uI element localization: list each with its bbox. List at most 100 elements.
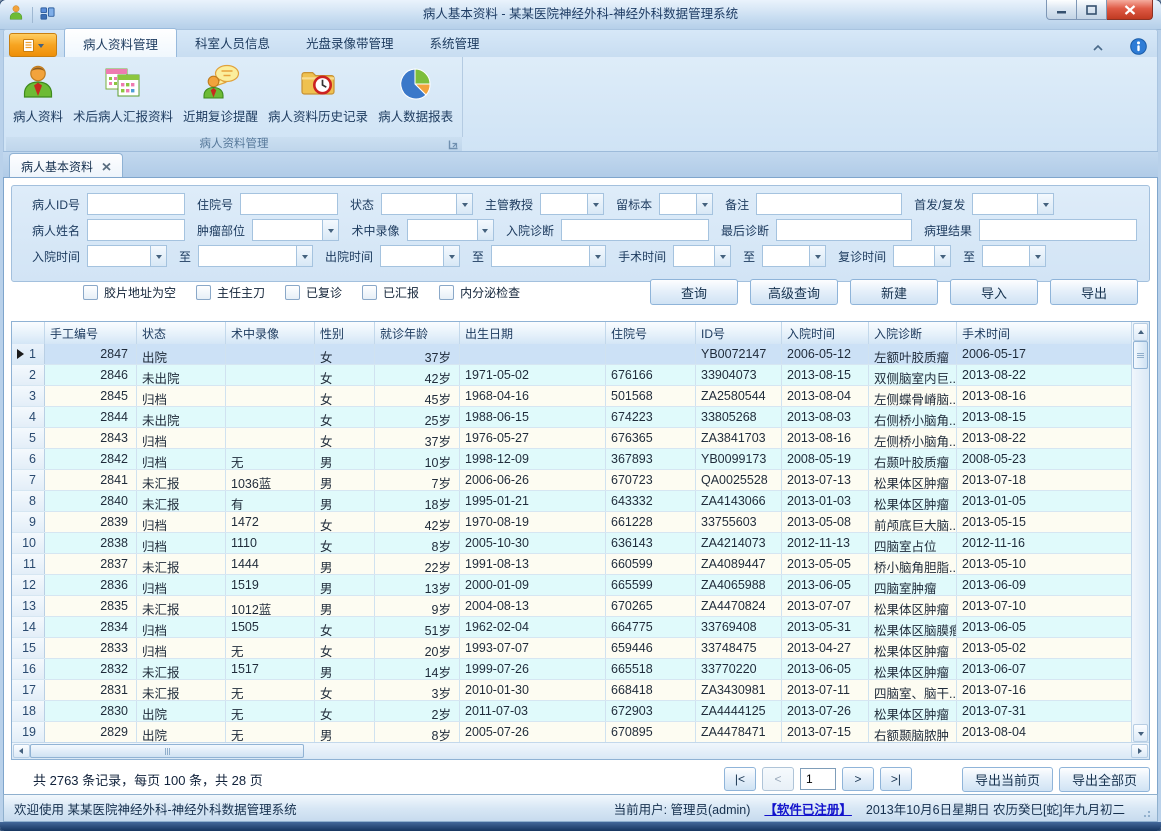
admission-date-from-dropdown-button[interactable] xyxy=(150,246,166,266)
checkbox-followed-up[interactable]: 已复诊 xyxy=(285,284,342,301)
followed-up-checkbox-box[interactable] xyxy=(285,285,300,300)
export-current-page-button[interactable]: 导出当前页 xyxy=(962,767,1053,792)
table-row[interactable]: 132835未汇报1012蓝男9岁2004-08-13670265ZA44708… xyxy=(12,596,1132,617)
horizontal-scrollbar-thumb[interactable] xyxy=(30,744,304,758)
minimize-button[interactable] xyxy=(1046,0,1077,20)
admission-diagnosis-input[interactable] xyxy=(561,219,709,241)
patient-id-input[interactable] xyxy=(87,193,185,215)
chief-professor-dropdown-button[interactable] xyxy=(587,194,603,214)
admission-date-to-dropdown-button[interactable] xyxy=(296,246,312,266)
checkbox-reported[interactable]: 已汇报 xyxy=(362,284,419,301)
column-header-visit-age[interactable]: 就诊年龄 xyxy=(375,322,460,344)
table-row[interactable]: 42844未出院女25岁1988-06-15674223338052682013… xyxy=(12,407,1132,428)
admission-date-to-combo[interactable] xyxy=(198,245,313,267)
director-surgeon-checkbox-box[interactable] xyxy=(196,285,211,300)
column-header-manual-no[interactable]: 手工编号 xyxy=(45,322,137,344)
column-header-intraop-video[interactable]: 术中录像 xyxy=(226,322,315,344)
export-button[interactable]: 导出 xyxy=(1050,279,1138,305)
column-header-row-selector[interactable] xyxy=(12,322,45,344)
discharge-date-to-combo[interactable] xyxy=(491,245,606,267)
ribbon-button-patient-history-record[interactable]: 病人资料历史记录 xyxy=(263,60,373,128)
intraop-video-dropdown-button[interactable] xyxy=(477,220,493,240)
column-header-admission-no[interactable]: 住院号 xyxy=(606,322,696,344)
patient-name-input[interactable] xyxy=(87,219,185,241)
ribbon-button-patient-data-report[interactable]: 病人数据报表 xyxy=(373,60,458,128)
endocrine-exam-checkbox-box[interactable] xyxy=(439,285,454,300)
table-row[interactable]: 22846未出院女42岁1971-05-02676166339040732013… xyxy=(12,365,1132,386)
chief-professor-combo[interactable] xyxy=(540,193,604,215)
column-header-admission-date[interactable]: 入院时间 xyxy=(782,322,869,344)
discharge-date-from-combo[interactable] xyxy=(380,245,460,267)
checkbox-endocrine-exam[interactable]: 内分泌检查 xyxy=(439,284,520,301)
checkbox-director-surgeon[interactable]: 主任主刀 xyxy=(196,284,265,301)
column-header-birth-date[interactable]: 出生日期 xyxy=(460,322,606,344)
new-button[interactable]: 新建 xyxy=(850,279,938,305)
vertical-scrollbar-thumb[interactable] xyxy=(1133,341,1148,369)
window-layout-icon[interactable] xyxy=(40,6,55,24)
resize-grip[interactable] xyxy=(1143,808,1153,818)
software-registered-link[interactable]: 【软件已注册】 xyxy=(764,799,852,818)
table-row[interactable]: 32845归档女45岁1968-04-16501568ZA25805442013… xyxy=(12,386,1132,407)
table-row[interactable]: 72841未汇报1036蓝男7岁2006-06-26670723QA002552… xyxy=(12,470,1132,491)
specimen-kept-dropdown-button[interactable] xyxy=(696,194,712,214)
ribbon-tab-disc-video-management[interactable]: 光盘录像带管理 xyxy=(288,28,412,57)
table-row[interactable]: 102838归档1110女8岁2005-10-30636143ZA4214073… xyxy=(12,533,1132,554)
table-row[interactable]: 192829出院无男8岁2005-07-26670895ZA4478471201… xyxy=(12,722,1132,743)
ribbon-tab-patient-data-management[interactable]: 病人资料管理 xyxy=(64,28,177,57)
pathology-result-input[interactable] xyxy=(979,219,1137,241)
query-button[interactable]: 查询 xyxy=(650,279,738,305)
discharge-date-to-dropdown-button[interactable] xyxy=(589,246,605,266)
application-menu-button[interactable] xyxy=(9,33,57,57)
first-or-recurrence-combo[interactable] xyxy=(972,193,1054,215)
table-row[interactable]: 112837未汇报1444男22岁1991-08-13660599ZA40894… xyxy=(12,554,1132,575)
column-header-admission-diagnosis[interactable]: 入院诊断 xyxy=(869,322,957,344)
column-header-id-no[interactable]: ID号 xyxy=(696,322,782,344)
surgery-date-from-combo[interactable] xyxy=(673,245,731,267)
checkbox-film-address-empty[interactable]: 胶片地址为空 xyxy=(83,284,176,301)
specimen-kept-combo[interactable] xyxy=(659,193,713,215)
table-row[interactable]: 142834归档1505女51岁1962-02-0466477533769408… xyxy=(12,617,1132,638)
collapse-ribbon-chevron-icon[interactable] xyxy=(1092,41,1104,55)
intraop-video-combo[interactable] xyxy=(407,219,494,241)
import-button[interactable]: 导入 xyxy=(950,279,1038,305)
reported-checkbox-box[interactable] xyxy=(362,285,377,300)
final-diagnosis-input[interactable] xyxy=(776,219,912,241)
table-row[interactable]: 162832未汇报1517男14岁1999-07-266655183377022… xyxy=(12,659,1132,680)
table-row[interactable]: 92839归档1472女42岁1970-08-19661228337556032… xyxy=(12,512,1132,533)
export-all-pages-button[interactable]: 导出全部页 xyxy=(1059,767,1150,792)
scroll-up-button[interactable] xyxy=(1133,323,1148,341)
tab-close-icon[interactable] xyxy=(102,162,111,171)
pager-prev-button[interactable]: < xyxy=(762,767,794,791)
column-header-gender[interactable]: 性别 xyxy=(315,322,375,344)
table-row[interactable]: 82840未汇报有男18岁1995-01-21643332ZA414306620… xyxy=(12,491,1132,512)
table-row[interactable]: 182830出院无女2岁2011-07-03672903ZA4444125201… xyxy=(12,701,1132,722)
followup-date-from-dropdown-button[interactable] xyxy=(934,246,950,266)
scroll-down-button[interactable] xyxy=(1133,724,1148,742)
ribbon-button-recent-followup-reminder[interactable]: 近期复诊提醒 xyxy=(178,60,263,128)
followup-date-from-combo[interactable] xyxy=(893,245,951,267)
pager-last-button[interactable]: >| xyxy=(880,767,912,791)
column-header-status[interactable]: 状态 xyxy=(137,322,226,344)
remark-input[interactable] xyxy=(756,193,902,215)
horizontal-scrollbar[interactable] xyxy=(12,742,1149,759)
surgery-date-to-combo[interactable] xyxy=(762,245,826,267)
tumor-site-dropdown-button[interactable] xyxy=(322,220,338,240)
ribbon-button-patient-data[interactable]: 病人资料 xyxy=(8,60,68,128)
close-button[interactable] xyxy=(1107,0,1153,20)
admission-date-from-combo[interactable] xyxy=(87,245,167,267)
page-number-input[interactable] xyxy=(800,768,836,790)
tumor-site-combo[interactable] xyxy=(252,219,339,241)
first-or-recurrence-dropdown-button[interactable] xyxy=(1037,194,1053,214)
table-row[interactable]: 62842归档无男10岁1998-12-09367893YB0099173200… xyxy=(12,449,1132,470)
info-icon[interactable] xyxy=(1130,38,1147,58)
film-address-empty-checkbox-box[interactable] xyxy=(83,285,98,300)
followup-date-to-combo[interactable] xyxy=(982,245,1046,267)
tab-patient-basic-info[interactable]: 病人基本资料 xyxy=(9,153,123,178)
table-row[interactable]: 12847出院女37岁YB00721472006-05-12左额叶胶质瘤2006… xyxy=(12,344,1132,365)
dialog-launcher-icon[interactable] xyxy=(448,139,459,150)
followup-date-to-dropdown-button[interactable] xyxy=(1029,246,1045,266)
table-row[interactable]: 52843归档女37岁1976-05-27676365ZA38417032013… xyxy=(12,428,1132,449)
status-dropdown-button[interactable] xyxy=(456,194,472,214)
app-logo-person-icon[interactable] xyxy=(7,4,25,25)
advanced-query-button[interactable]: 高级查询 xyxy=(750,279,838,305)
